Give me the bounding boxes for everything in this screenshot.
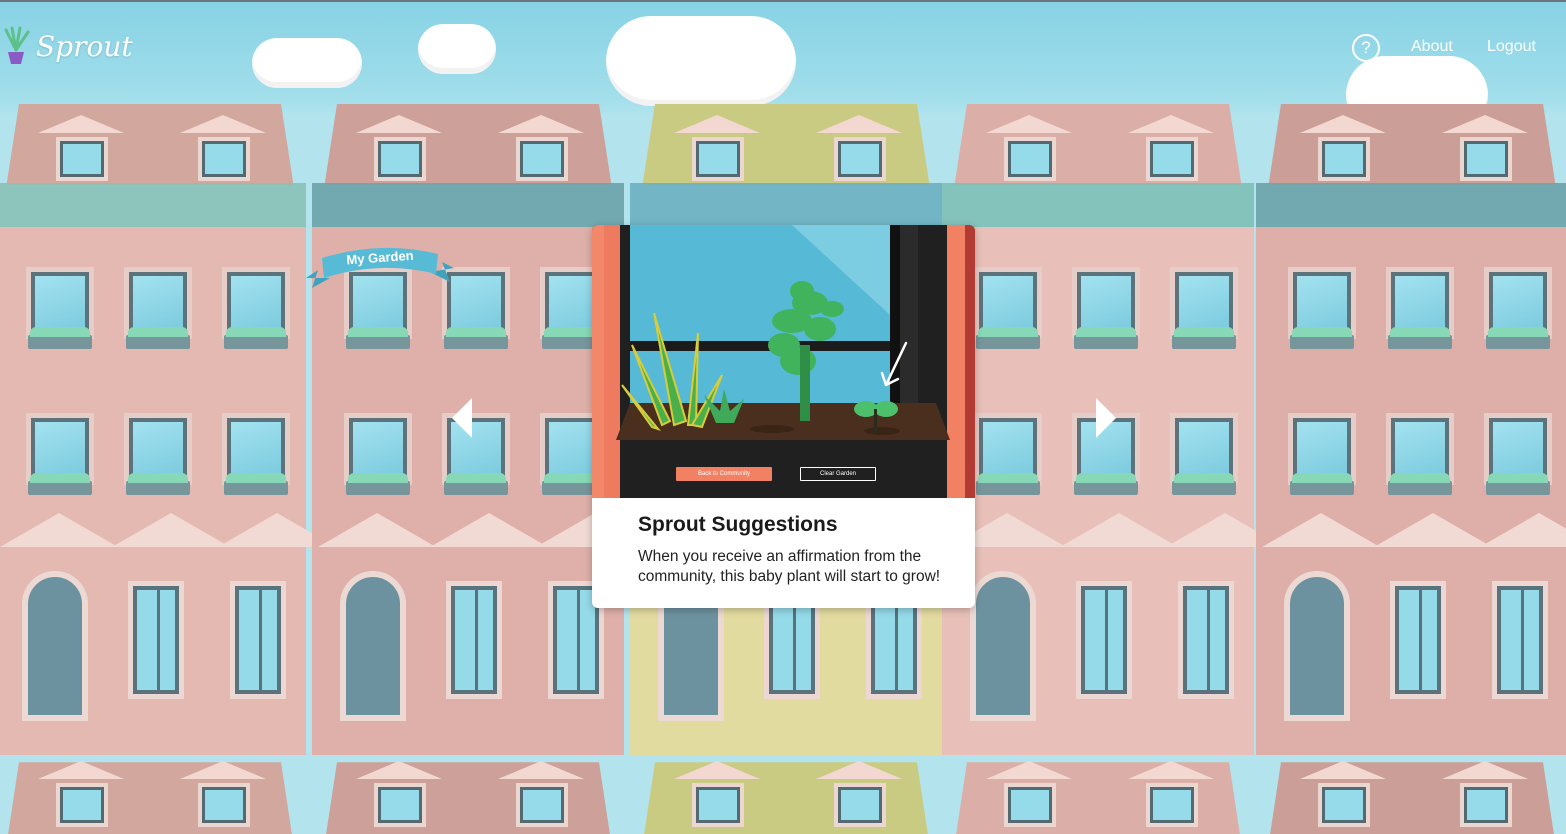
- window-garden-illustration: [592, 225, 975, 498]
- suggestion-card: Back to Community Clear Garden Sprout Su…: [592, 225, 975, 608]
- app-title: Sprout: [36, 30, 133, 63]
- help-button[interactable]: ?: [1352, 34, 1380, 62]
- back-to-community-button: Back to Community: [676, 467, 772, 481]
- chevron-right-icon[interactable]: [1094, 398, 1116, 438]
- nav-about-link[interactable]: About: [1411, 38, 1453, 56]
- card-title: Sprout Suggestions: [638, 513, 838, 536]
- my-garden-ribbon[interactable]: My Garden: [304, 244, 456, 288]
- page: Sprout ? About Logout My Garden Back to …: [0, 0, 1566, 834]
- card-description: When you receive an affirmation from the…: [638, 548, 941, 585]
- nav-logout-link[interactable]: Logout: [1487, 38, 1536, 56]
- chevron-left-icon[interactable]: [452, 398, 474, 438]
- garden-preview-image: Back to Community Clear Garden: [592, 225, 975, 498]
- question-circle-icon: ?: [1361, 38, 1371, 57]
- potted-plant-icon: [4, 26, 30, 64]
- app-logo[interactable]: Sprout: [0, 26, 133, 70]
- clear-garden-button: Clear Garden: [800, 467, 876, 481]
